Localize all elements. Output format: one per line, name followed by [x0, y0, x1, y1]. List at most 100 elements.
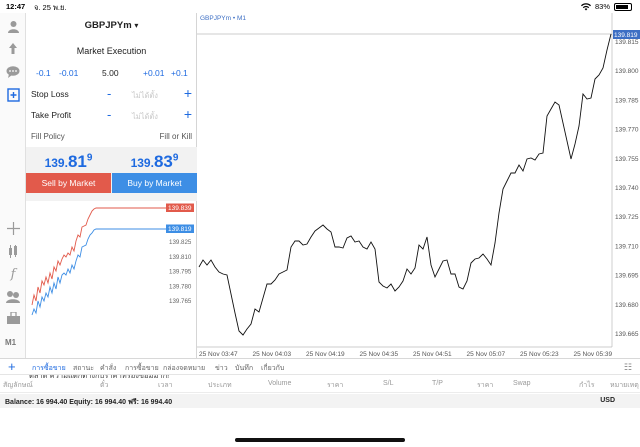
chart-title: GBPJPYm • M1: [200, 15, 246, 22]
chat-icon[interactable]: [4, 63, 22, 81]
status-right: 83%: [580, 2, 632, 11]
status-time: 12:47: [6, 2, 26, 11]
time-tick-label: 25 Nov 05:07: [467, 351, 506, 358]
volume-plus-001-button[interactable]: +0.01: [143, 68, 165, 78]
buy-by-market-button[interactable]: Buy by Market: [112, 173, 197, 193]
col-symbol[interactable]: สัญลักษณ์: [3, 380, 33, 391]
stop-loss-input[interactable]: ไม่ได้ตั้ง: [132, 90, 158, 102]
col-tp[interactable]: T/P: [432, 380, 443, 387]
symbol-selector[interactable]: GBPJPYm ▾: [26, 20, 197, 31]
tab-positions[interactable]: สถานะ: [73, 363, 94, 374]
price-tick-label: 139.815: [615, 39, 639, 46]
take-profit-row: Take Profit - ไม่ได้ตั้ง +: [31, 106, 192, 123]
time-tick-label: 25 Nov 03:47: [199, 351, 238, 358]
add-tab-button[interactable]: +: [8, 359, 16, 374]
volume-minus-01-button[interactable]: -0.1: [36, 68, 51, 78]
col-ticket[interactable]: ตั๋ว: [100, 380, 108, 391]
take-profit-input[interactable]: ไม่ได้ตั้ง: [132, 111, 158, 123]
price-tick-label: 139.740: [615, 185, 639, 192]
current-price-label: 139.819: [614, 32, 638, 39]
tab-about[interactable]: เกี่ยวกับ: [261, 363, 284, 374]
trade-panel: GBPJPYm ▾ Market Execution -0.1 -0.01 5.…: [26, 13, 197, 380]
stop-loss-label: Stop Loss: [31, 89, 69, 99]
price-tick-label: 139.725: [615, 214, 639, 221]
mini-chart-ticks: 139.825 139.810 139.795 139.780 139.765: [169, 239, 192, 305]
battery-percent: 83%: [594, 2, 610, 11]
volume-plus-01-button[interactable]: +0.1: [171, 68, 188, 78]
symbol-name: GBPJPYm: [84, 20, 132, 31]
price-tick-label: 139.665: [615, 331, 639, 338]
objects-icon[interactable]: [4, 287, 22, 305]
balance-text: Balance: 16 994.40 Equity: 16 994.40 ฟรี…: [5, 399, 173, 406]
bid-price-tag-label: 139.819: [168, 226, 192, 233]
balance-currency: USD: [600, 397, 615, 404]
timeframe-label[interactable]: M1: [5, 338, 16, 347]
tab-mailbox[interactable]: กล่องจดหมาย: [163, 363, 205, 374]
col-swap[interactable]: Swap: [513, 380, 531, 387]
time-tick-label: 25 Nov 04:35: [360, 351, 399, 358]
main-chart[interactable]: GBPJPYm • M1 139.819 139.815 139.800 139.7…: [197, 13, 640, 358]
stop-loss-minus-button[interactable]: -: [107, 86, 111, 101]
status-bar: 12:47 จ. 25 พ.ย. 83%: [0, 0, 640, 13]
trade-table-header: สัญลักษณ์ ตั๋ว เวลา ประเภท Volume ราคา S…: [0, 376, 640, 393]
price-tick-label: 139.680: [615, 302, 639, 309]
mini-tick-label: 139.765: [169, 298, 192, 305]
execution-type[interactable]: Market Execution: [26, 46, 197, 56]
sell-by-market-button[interactable]: Sell by Market: [26, 173, 111, 193]
price-tick-label: 139.800: [615, 68, 639, 75]
tab-journal[interactable]: บันทึก: [235, 363, 253, 374]
tools-icon[interactable]: [4, 309, 22, 327]
transfer-icon[interactable]: [4, 39, 22, 57]
col-sl[interactable]: S/L: [383, 380, 394, 387]
volume-value[interactable]: 5.00: [102, 68, 119, 78]
crosshair-icon[interactable]: [4, 219, 22, 237]
tab-news[interactable]: ข่าว: [215, 363, 228, 374]
volume-minus-001-button[interactable]: -0.01: [59, 68, 78, 78]
time-axis-ticks: 25 Nov 03:47 25 Nov 04:03 25 Nov 04:19 25 N…: [199, 351, 613, 358]
sell-price: 139.819: [44, 152, 93, 171]
balance-bar: Balance: 16 994.40 Equity: 16 994.40 ฟรี…: [0, 394, 640, 408]
time-tick-label: 25 Nov 04:03: [253, 351, 292, 358]
ask-price-tag-label: 139.839: [168, 205, 192, 212]
price-tick-label: 139.755: [615, 156, 639, 163]
left-toolbar: f M1: [0, 13, 26, 358]
layout-menu-icon[interactable]: ☷: [624, 362, 632, 373]
fill-policy-value: Fill or Kill: [159, 132, 192, 141]
fill-policy-label: Fill Policy: [31, 132, 65, 141]
chevron-down-icon: ▾: [134, 21, 139, 30]
indicators-icon[interactable]: [4, 242, 22, 260]
home-indicator[interactable]: [235, 438, 405, 442]
battery-icon: [614, 2, 632, 11]
new-order-icon[interactable]: [4, 86, 22, 104]
wifi-icon: [580, 2, 591, 10]
time-tick-label: 25 Nov 04:19: [306, 351, 345, 358]
tab-trade[interactable]: การซื้อขาย: [32, 363, 66, 374]
function-icon[interactable]: f: [4, 265, 22, 283]
price-tick-label: 139.770: [615, 127, 639, 134]
mini-tick-chart: 139.839 139.819 139.825139.810139.795139…: [31, 203, 194, 316]
take-profit-plus-button[interactable]: +: [184, 106, 192, 122]
price-line: [198, 33, 612, 336]
mini-tick-label: 139.825: [169, 239, 192, 246]
take-profit-label: Take Profit: [31, 110, 72, 120]
time-tick-label: 25 Nov 05:23: [520, 351, 559, 358]
time-tick-label: 25 Nov 04:51: [413, 351, 452, 358]
col-profit[interactable]: กำไร: [579, 380, 594, 391]
col-volume[interactable]: Volume: [268, 380, 291, 387]
col-price[interactable]: ราคา: [327, 380, 343, 391]
buy-price: 139.839: [130, 152, 179, 171]
take-profit-minus-button[interactable]: -: [107, 107, 111, 122]
stop-loss-plus-button[interactable]: +: [184, 85, 192, 101]
mini-tick-label: 139.810: [169, 254, 192, 261]
tab-orders[interactable]: คำสั่ง: [100, 363, 116, 374]
price-tick-label: 139.785: [615, 97, 639, 104]
account-icon[interactable]: [4, 17, 22, 35]
col-type[interactable]: ประเภท: [208, 380, 232, 391]
price-chart-svg: 139.819 139.815 139.800 139.785 139.770 139.…: [197, 13, 640, 358]
col-price-current[interactable]: ราคา: [477, 380, 493, 391]
bottom-tab-bar: + การซื้อขาย สถานะ คำสั่ง การซื้อขาย กล่…: [0, 358, 640, 375]
col-comment[interactable]: หมายเหตุ: [610, 380, 639, 391]
price-tick-label: 139.695: [615, 273, 639, 280]
tab-history[interactable]: การซื้อขาย: [125, 363, 159, 374]
col-time[interactable]: เวลา: [158, 380, 173, 391]
